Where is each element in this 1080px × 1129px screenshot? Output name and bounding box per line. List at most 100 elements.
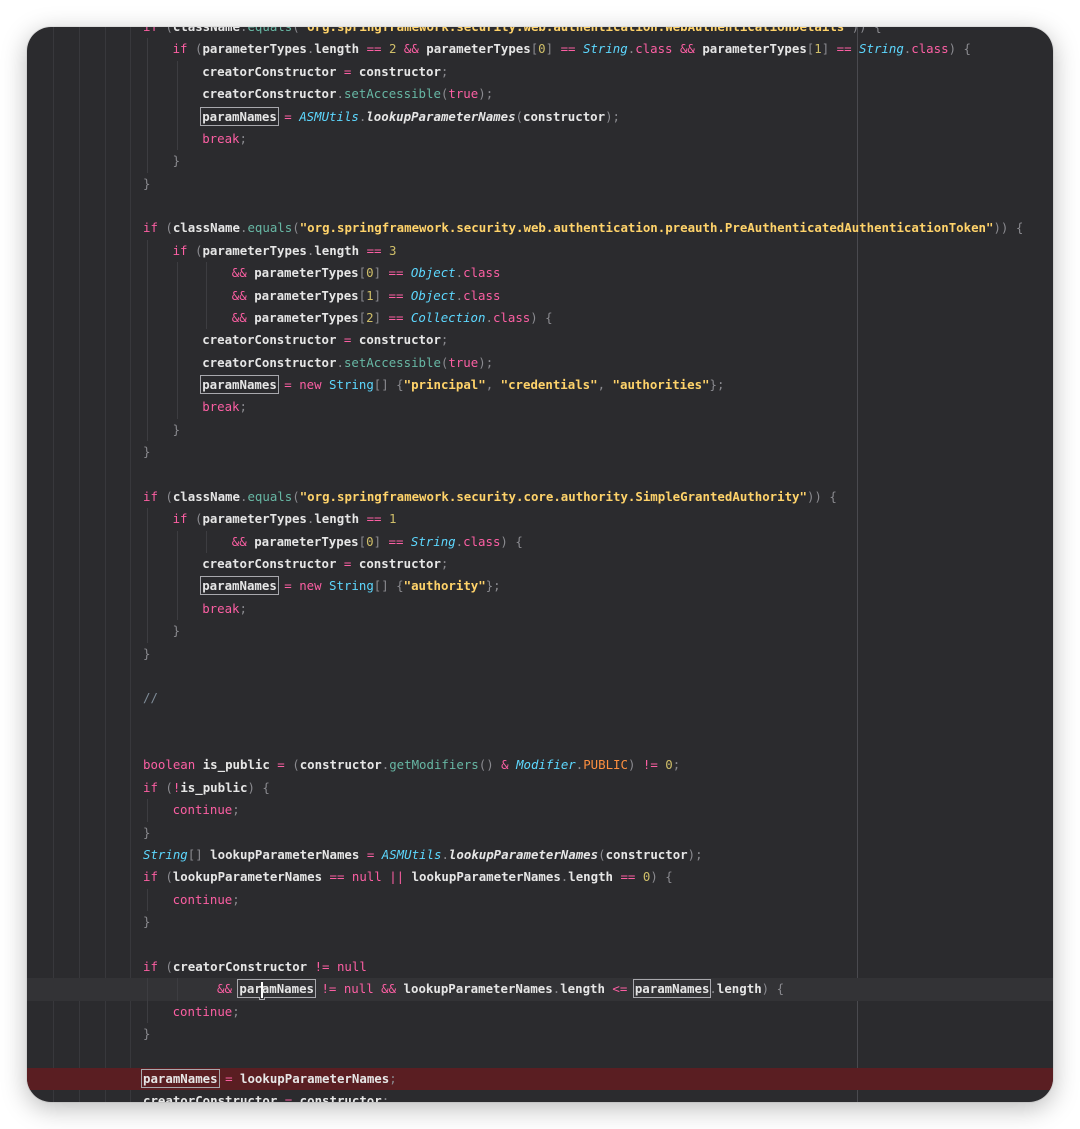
code-line[interactable]: if (className.equals("org.springframewor… [27, 486, 1053, 508]
code-line[interactable]: creatorConstructor = constructor; [27, 329, 1053, 352]
code-line[interactable] [27, 933, 1053, 955]
code-token: ( [292, 27, 299, 34]
code-line[interactable]: paramNames = new String[] {"principal", … [27, 374, 1053, 397]
code-text-area[interactable]: if (className.equals("org.springframewor… [27, 27, 1053, 1102]
indent-guide [176, 351, 178, 374]
code-line[interactable]: } [27, 173, 1053, 195]
code-line[interactable] [27, 1045, 1053, 1067]
code-line[interactable] [27, 710, 1053, 732]
code-token: && [231, 533, 255, 549]
code-editor-window: if (className.equals("org.springframewor… [27, 27, 1053, 1102]
code-token: ( [292, 488, 300, 504]
code-token: && [373, 981, 404, 997]
code-token: constructor [299, 757, 382, 773]
code-token: paramNames [237, 979, 316, 999]
indent-guide [176, 306, 178, 330]
code-token: equals [247, 488, 293, 504]
code-line[interactable]: if (creatorConstructor != null [27, 956, 1053, 978]
code-token: . [336, 86, 344, 102]
indent-guide [147, 262, 148, 285]
code-line[interactable]: && parameterTypes[0] == String.class) { [27, 530, 1053, 553]
code-line[interactable]: // [27, 687, 1053, 709]
code-token: 1 [814, 41, 822, 57]
code-line[interactable]: continue; [27, 799, 1053, 822]
code-line[interactable]: && parameterTypes[1] == Object.class [27, 284, 1053, 307]
code-token: == [381, 533, 411, 549]
code-token: if [143, 488, 158, 504]
code-line[interactable]: creatorConstructor.setAccessible(true); [27, 351, 1053, 374]
code-line[interactable]: } [27, 911, 1053, 933]
code-line[interactable]: if (parameterTypes.length == 3 [27, 239, 1053, 263]
code-line[interactable]: break; [27, 127, 1053, 151]
code-line[interactable]: continue; [27, 1000, 1053, 1023]
code-token: parameterTypes [254, 265, 359, 281]
code-line[interactable]: creatorConstructor = constructor; [27, 1090, 1053, 1102]
code-token: & [493, 757, 517, 773]
code-line[interactable]: } [27, 441, 1053, 463]
code-token: == [359, 41, 389, 57]
code-line[interactable]: break; [27, 597, 1053, 621]
code-token: [ [358, 265, 367, 281]
code-line[interactable] [27, 732, 1053, 754]
indent-guide [147, 150, 148, 173]
indent-guide [206, 530, 208, 553]
code-line[interactable]: creatorConstructor = constructor; [27, 60, 1053, 84]
code-token: && [231, 309, 255, 325]
code-line[interactable]: paramNames = ASMUtils.lookupParameterNam… [27, 105, 1053, 128]
code-token: break [202, 600, 240, 616]
code-line[interactable]: && parameterTypes[2] == Collection.class… [27, 306, 1053, 330]
code-line[interactable]: if (parameterTypes.length == 1 [27, 508, 1053, 531]
code-line[interactable]: paramNames = lookupParameterNames; [27, 1067, 1053, 1090]
code-line[interactable]: String[] lookupParameterNames = ASMUtils… [27, 844, 1053, 866]
code-token: ); [478, 86, 494, 102]
code-line[interactable]: paramNames = new String[] {"authority"}; [27, 575, 1053, 598]
code-token: paramNames [632, 979, 712, 999]
indent-guide [147, 60, 148, 84]
indent-guide [176, 597, 178, 621]
code-line[interactable] [27, 665, 1053, 687]
code-token: 0 [366, 265, 374, 281]
code-line[interactable]: && paramNames != null && lookupParameter… [27, 978, 1053, 1001]
code-line[interactable]: } [27, 822, 1053, 844]
code-line[interactable]: } [27, 418, 1053, 442]
code-line[interactable]: creatorConstructor.setAccessible(true); [27, 83, 1053, 106]
code-token: class [463, 287, 501, 303]
code-token: null [351, 869, 382, 885]
code-token: ( [157, 779, 173, 795]
code-token: 1 [388, 511, 397, 527]
code-token: true [448, 354, 479, 370]
code-line[interactable]: if (parameterTypes.length == 2 && parame… [27, 38, 1053, 61]
code-line[interactable]: && parameterTypes[0] == Object.class [27, 262, 1053, 285]
code-token: "org.springframework.security.core.autho… [299, 488, 807, 504]
code-line[interactable]: } [27, 150, 1053, 173]
code-line[interactable] [27, 464, 1053, 486]
code-token: }; [485, 578, 501, 594]
code-token: String [582, 41, 628, 57]
code-token: } [143, 444, 151, 460]
code-token: != [307, 958, 337, 974]
code-line[interactable]: break; [27, 396, 1053, 419]
code-line[interactable]: } [27, 1023, 1053, 1045]
code-token: if [172, 242, 188, 258]
code-line[interactable]: creatorConstructor = constructor; [27, 553, 1053, 576]
code-line[interactable]: if (!is_public) { [27, 777, 1053, 799]
code-line[interactable]: continue; [27, 888, 1053, 911]
code-token: ; [232, 1003, 240, 1019]
code-line[interactable]: boolean is_public = (constructor.getModi… [27, 754, 1053, 776]
code-token: && [231, 287, 255, 303]
code-token: true [448, 86, 479, 102]
code-token: [ [358, 287, 367, 303]
code-token: == [381, 309, 411, 325]
code-token: length [560, 981, 605, 997]
code-line[interactable]: if (className.equals("org.springframewor… [27, 217, 1053, 239]
code-token: == [829, 41, 860, 57]
code-line[interactable] [27, 195, 1053, 217]
code-line[interactable]: if (lookupParameterNames == null || look… [27, 866, 1053, 888]
code-line[interactable]: if (className.equals("org.springframewor… [27, 27, 1053, 38]
code-line[interactable]: } [27, 620, 1053, 643]
code-token: "principal" [403, 377, 486, 392]
code-line[interactable]: } [27, 643, 1053, 665]
code-token: continue [172, 891, 233, 907]
code-token: break [202, 399, 240, 415]
indent-guide [147, 799, 148, 822]
